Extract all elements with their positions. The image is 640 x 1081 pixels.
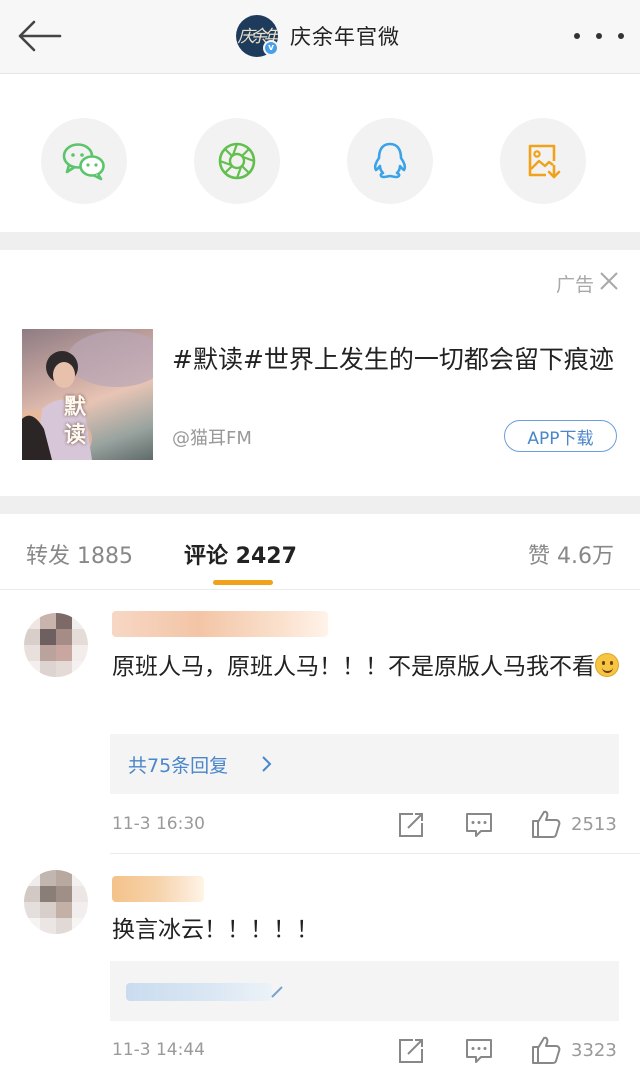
dot-icon (618, 33, 624, 39)
app-download-button[interactable]: APP下载 (504, 420, 617, 452)
comment-item: 换言冰云！！！！！ 11-3 14:44 3323 (0, 854, 640, 1081)
comment-username-blurred[interactable] (112, 876, 204, 902)
ad-label: 广告 (555, 274, 594, 296)
comment-text: 换言冰云！！！！！ (112, 917, 319, 943)
back-arrow-icon (18, 20, 62, 52)
comment-body: 原班人马，原班人马！！！不是原版人马我不看 (112, 654, 595, 680)
tab-comments[interactable]: 评论 2427 (184, 538, 297, 570)
save-image-button[interactable] (500, 118, 586, 204)
repost-icon[interactable] (396, 810, 426, 840)
comment-username-blurred[interactable] (112, 611, 328, 637)
tab-likes[interactable]: 赞 4.6万 (528, 538, 614, 570)
top-bar: 庆余年 庆余年官微 v (0, 0, 640, 74)
section-gap (0, 232, 640, 250)
ad-cover-text: 默读 (64, 394, 87, 448)
like-count: 2513 (571, 814, 617, 835)
active-tab-indicator (213, 580, 273, 585)
comment-time: 11-3 14:44 (112, 1040, 205, 1060)
account-title[interactable]: 庆余年 庆余年官微 (236, 14, 400, 58)
wechat-icon (62, 143, 105, 181)
tab-repost[interactable]: 转发 1885 (26, 538, 133, 570)
comment-text: 原班人马，原班人马！！！不是原版人马我不看 (112, 649, 628, 686)
edit-pencil-icon (271, 986, 283, 998)
replies-count-link[interactable]: 共75条回复 (128, 751, 228, 778)
chevron-right-icon (262, 756, 272, 772)
share-wechat-button[interactable] (41, 118, 127, 204)
comment-item: 原班人马，原班人马！！！不是原版人马我不看 共75条回复 11-3 16:30 … (0, 591, 640, 853)
back-button[interactable] (14, 16, 64, 56)
thumbs-up-icon[interactable] (530, 808, 562, 840)
like-count: 3323 (571, 1040, 617, 1061)
more-options-button[interactable] (574, 20, 624, 52)
repost-icon[interactable] (396, 1036, 426, 1066)
dot-icon (574, 33, 580, 39)
section-gap (0, 496, 640, 514)
replies-summary[interactable] (110, 961, 619, 1021)
smile-emoji-icon (595, 653, 619, 677)
share-qq-button[interactable] (347, 118, 433, 204)
thumbs-up-icon[interactable] (530, 1034, 562, 1066)
comment-avatar[interactable] (24, 613, 88, 677)
verified-badge-icon: v (263, 40, 279, 56)
share-moments-button[interactable] (194, 118, 280, 204)
ad-cover-image[interactable]: 默读 (22, 329, 153, 460)
reply-comment-icon[interactable] (464, 1036, 494, 1066)
save-image-icon (528, 144, 561, 179)
reply-comment-icon[interactable] (464, 810, 494, 840)
comment-avatar[interactable] (24, 870, 88, 934)
ad-title[interactable]: #默读#世界上发生的一切都会留下痕迹 (172, 342, 622, 377)
reply-preview-blurred (126, 983, 272, 1001)
ad-source[interactable]: @猫耳FM (172, 424, 252, 450)
moments-icon (218, 142, 256, 180)
replies-summary[interactable]: 共75条回复 (110, 734, 619, 794)
comment-time: 11-3 16:30 (112, 814, 205, 834)
qq-icon (373, 142, 407, 179)
tab-bar: 转发 1885 评论 2427 赞 4.6万 (0, 514, 640, 590)
dot-icon (596, 33, 602, 39)
share-row (0, 90, 640, 232)
close-icon[interactable] (598, 270, 620, 292)
page-title: 庆余年官微 (290, 25, 400, 49)
